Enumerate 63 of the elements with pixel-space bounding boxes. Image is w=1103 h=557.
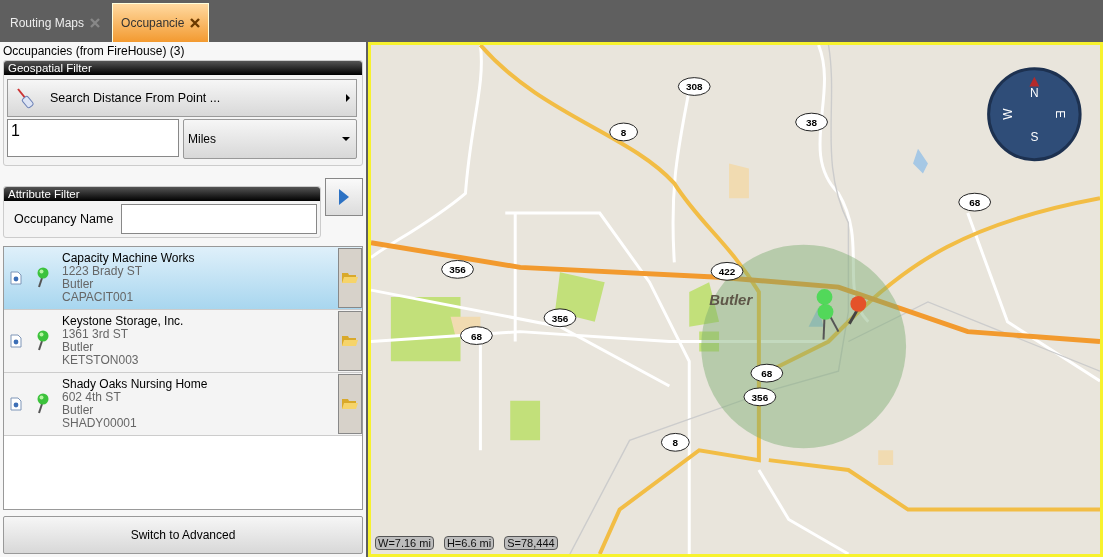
occupancy-city: Butler — [62, 404, 95, 417]
road-shield: 356 — [543, 308, 577, 328]
road-shield: 68 — [958, 192, 992, 212]
tab[interactable]: Routing Maps — [2, 4, 109, 42]
occupancy-city: Butler — [62, 278, 94, 291]
place-label: Butler — [709, 292, 753, 308]
pin-icon — [36, 267, 50, 289]
group-header: Geospatial Filter — [4, 61, 362, 75]
unit-dropdown[interactable]: Miles — [183, 119, 357, 159]
road-shield: 8 — [660, 432, 690, 452]
occupancy-city: Butler — [62, 341, 95, 354]
road-shield: 68 — [750, 363, 784, 383]
switch-to-advanced-button[interactable]: Switch to Advanced — [3, 516, 363, 554]
arrow-icon — [346, 94, 350, 102]
scale-readout: S=78,444 — [504, 536, 558, 550]
occupancy-code: KETSTON003 — [62, 354, 140, 367]
road-shield: 38 — [795, 112, 828, 132]
pin-icon — [36, 330, 50, 352]
occupancy-name: Shady Oaks Nursing Home — [62, 378, 209, 391]
folder-icon — [342, 272, 358, 284]
pin-icon — [36, 393, 50, 415]
occupancy-address: 1223 Brady ST — [62, 265, 144, 278]
map-view[interactable]: 308 8 38 68 356 422 356 68 68 356 8 Butler N E S W W=7.16 mi H=6.6 mi S=78,444 — [368, 42, 1103, 557]
info-document-icon[interactable] — [10, 397, 22, 411]
folder-icon — [342, 398, 358, 410]
occupancy-item[interactable]: Shady Oaks Nursing Home 602 4th ST Butler SHADY00001 — [4, 373, 362, 436]
scale-readout: H=6.6 mi — [443, 536, 495, 550]
occupancy-address: 602 4th ST — [62, 391, 122, 404]
close-icon[interactable] — [190, 18, 201, 28]
road-shield: 356 — [441, 259, 474, 279]
occupancy-item[interactable]: Capacity Machine Works 1223 Brady ST Butler CAPACIT001 — [4, 247, 362, 310]
caret-icon — [342, 137, 350, 141]
open-folder-button[interactable] — [338, 248, 362, 308]
group-header: Attribute Filter — [4, 187, 320, 201]
map-marker[interactable] — [817, 303, 834, 341]
open-folder-button[interactable] — [338, 374, 362, 434]
scale-readout: W=7.16 mi — [375, 536, 434, 550]
run-filter-button[interactable] — [325, 178, 363, 216]
compass-drawing[interactable]: N E S W — [987, 67, 1082, 162]
occupancy-code: CAPACIT001 — [62, 291, 135, 304]
map-marker[interactable] — [848, 296, 867, 325]
tab[interactable]: Occupancie — [112, 3, 210, 42]
us-route-shield: 422 — [710, 261, 744, 281]
occupancy-name-field[interactable] — [121, 204, 317, 234]
occupancy-code: SHADY00001 — [62, 417, 138, 430]
open-folder-button[interactable] — [338, 311, 362, 371]
info-document-icon[interactable] — [10, 271, 22, 285]
folder-icon — [342, 335, 358, 347]
play-icon — [339, 189, 349, 205]
occupancy-address: 1361 3rd ST — [62, 328, 129, 341]
road-shield: 356 — [743, 387, 777, 407]
occupancy-name: Capacity Machine Works — [62, 252, 196, 265]
road-shield: 68 — [460, 326, 493, 345]
panel-title: Occupancies (from FireHouse) (3) — [3, 44, 186, 58]
map-marker[interactable] — [816, 289, 840, 333]
occupancy-name: Keystone Storage, Inc. — [62, 315, 185, 328]
search-distance-button[interactable]: Search Distance From Point ... — [7, 79, 357, 117]
info-document-icon[interactable] — [10, 334, 22, 348]
road-shield: 8 — [609, 122, 639, 142]
road-shield: 308 — [677, 77, 711, 96]
distance-field[interactable]: 1 — [7, 119, 179, 157]
field-label: Occupancy Name — [14, 212, 114, 226]
occupancy-item[interactable]: Keystone Storage, Inc. 1361 3rd ST Butler KETSTON003 — [4, 310, 362, 373]
